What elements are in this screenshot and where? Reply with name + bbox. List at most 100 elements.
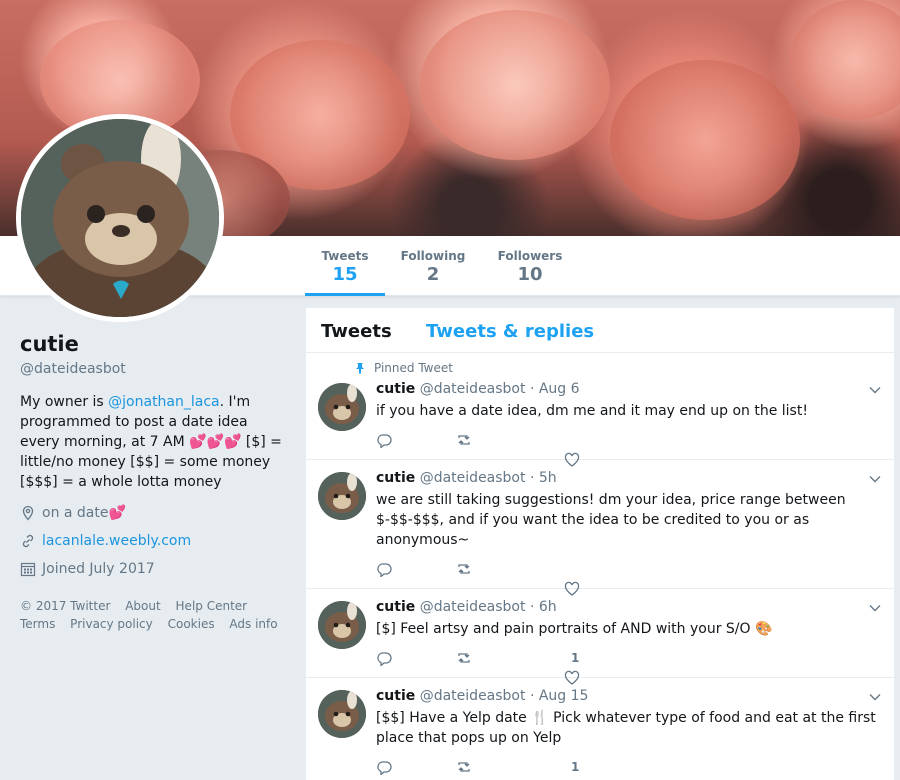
pin-icon <box>356 363 364 374</box>
tweet[interactable]: cutie @dateideasbot · 5h we are still ta… <box>306 460 894 596</box>
joined-text: Joined July 2017 <box>42 561 155 577</box>
tweet-actions <box>376 561 536 577</box>
caret-down-icon[interactable] <box>868 383 882 397</box>
like-button[interactable]: 1 <box>536 760 616 774</box>
reply-icon <box>377 761 392 775</box>
footer-link-about[interactable]: About <box>125 599 160 613</box>
tweet-author-name[interactable]: cutie <box>376 599 415 615</box>
tweet-actions: 1 <box>376 650 616 666</box>
caret-down-icon[interactable] <box>868 690 882 704</box>
profile-joined: Joined July 2017 <box>20 561 155 577</box>
bear-avatar-icon <box>318 601 366 649</box>
reply-button[interactable] <box>376 650 456 666</box>
tweet-author-handle[interactable]: @dateideasbot <box>420 688 526 704</box>
nav-followers-label: Followers <box>497 249 563 263</box>
avatar-image <box>21 119 219 317</box>
tweet[interactable]: cutie @dateideasbot · Aug 15 [$$] Have a… <box>306 678 894 780</box>
tweet-actions: 1 <box>376 759 616 775</box>
tweet-author-handle[interactable]: @dateideasbot <box>420 470 526 486</box>
tweet-actions <box>376 432 536 448</box>
nav-following-label: Following <box>400 249 466 263</box>
reply-button[interactable] <box>376 432 456 448</box>
retweet-count: 1 <box>571 760 580 774</box>
tweet[interactable]: cutie @dateideasbot · 6h [$] Feel artsy … <box>306 589 894 685</box>
nav-tweets-label: Tweets <box>321 249 369 263</box>
retweet-button[interactable] <box>456 561 536 577</box>
bio-mention-link[interactable]: @jonathan_laca <box>108 394 219 410</box>
caret-down-icon[interactable] <box>868 601 882 615</box>
footer-link-cookies[interactable]: Cookies <box>168 617 215 631</box>
timeline: Tweets Tweets & replies Pinned Tweet cut… <box>306 308 894 780</box>
bear-avatar-icon <box>318 690 366 738</box>
nav-following[interactable]: Following 2 <box>395 236 471 296</box>
hearts-emoji: 💕💕💕 <box>189 434 242 450</box>
profile-handle[interactable]: @dateideasbot <box>20 361 126 377</box>
footer-link-help[interactable]: Help Center <box>176 599 248 613</box>
tweet-text: [$$] Have a Yelp date 🍴 Pick whatever ty… <box>376 710 876 746</box>
profile-url: lacanlale.weebly.com <box>20 533 191 549</box>
timeline-tabs: Tweets Tweets & replies <box>306 308 894 353</box>
tweet-avatar[interactable] <box>318 472 366 520</box>
tweet-text: we are still taking suggestions! dm your… <box>376 492 846 548</box>
nav-following-count: 2 <box>426 264 440 285</box>
tweet-header: cutie @dateideasbot · 5h <box>376 470 557 486</box>
reply-button[interactable] <box>376 561 456 577</box>
retweet-icon <box>458 762 470 772</box>
tweet[interactable]: Pinned Tweet cutie @dateideasbot · Aug 6… <box>306 353 894 467</box>
retweet-count: 1 <box>571 651 580 665</box>
tweet-time[interactable]: · 6h <box>530 599 557 615</box>
tweet-author-handle[interactable]: @dateideasbot <box>420 599 526 615</box>
profile-bio: My owner is @jonathan_laca. I'm programm… <box>20 392 282 492</box>
tab-tweets[interactable]: Tweets <box>321 321 392 342</box>
tweet-time[interactable]: · Aug 6 <box>530 381 580 397</box>
tweet-text: [$] Feel artsy and pain portraits of AND… <box>376 621 773 637</box>
retweet-button[interactable] <box>456 650 536 666</box>
location-text: on a date <box>42 505 109 521</box>
tweet-avatar[interactable] <box>318 383 366 431</box>
nav-followers-count: 10 <box>517 264 543 285</box>
profile-avatar[interactable] <box>16 114 224 322</box>
tweet-time[interactable]: · 5h <box>530 470 557 486</box>
footer-links: © 2017 Twitter About Help Center Terms P… <box>20 597 290 633</box>
like-button[interactable]: 1 <box>536 651 616 665</box>
nav-tweets-count: 15 <box>332 264 358 285</box>
retweet-button[interactable] <box>456 432 536 448</box>
tweet-author-handle[interactable]: @dateideasbot <box>420 381 526 397</box>
reply-button[interactable] <box>376 759 456 775</box>
bio-text: My owner is <box>20 394 109 410</box>
tweet-header: cutie @dateideasbot · Aug 15 <box>376 688 588 704</box>
nav-tweets[interactable]: Tweets 15 <box>305 236 385 296</box>
footer-link-ads[interactable]: Ads info <box>229 617 277 631</box>
tweet-avatar[interactable] <box>318 601 366 649</box>
retweet-button[interactable] <box>456 759 536 775</box>
profile-url-link[interactable]: lacanlale.weebly.com <box>42 533 191 549</box>
retweet-icon <box>458 435 470 445</box>
tab-tweets-replies[interactable]: Tweets & replies <box>426 321 594 342</box>
caret-down-icon[interactable] <box>868 472 882 486</box>
tweet-header: cutie @dateideasbot · Aug 6 <box>376 381 580 397</box>
link-icon <box>20 533 36 549</box>
tweet-time[interactable]: · Aug 15 <box>530 688 589 704</box>
nav-followers[interactable]: Followers 10 <box>491 236 569 296</box>
bear-avatar-icon <box>21 119 219 317</box>
pinned-text: Pinned Tweet <box>374 361 453 375</box>
footer-link-terms[interactable]: Terms <box>20 617 55 631</box>
tweet-author-name[interactable]: cutie <box>376 381 415 397</box>
tweet-avatar[interactable] <box>318 690 366 738</box>
profile-location: on a date 💕 <box>20 505 126 521</box>
bear-avatar-icon <box>318 472 366 520</box>
bear-avatar-icon <box>318 383 366 431</box>
reply-icon <box>377 563 392 577</box>
tweet-author-name[interactable]: cutie <box>376 688 415 704</box>
profile-name[interactable]: cutie <box>20 332 79 356</box>
heart-emoji: 💕 <box>108 505 126 521</box>
reply-icon <box>377 434 392 448</box>
calendar-icon <box>20 561 36 577</box>
pinned-label: Pinned Tweet <box>354 361 453 375</box>
tweet-text: if you have a date idea, dm me and it ma… <box>376 403 808 419</box>
retweet-icon <box>458 564 470 574</box>
retweet-icon <box>458 653 470 663</box>
footer-link-privacy[interactable]: Privacy policy <box>70 617 153 631</box>
reply-icon <box>377 652 392 666</box>
tweet-author-name[interactable]: cutie <box>376 470 415 486</box>
